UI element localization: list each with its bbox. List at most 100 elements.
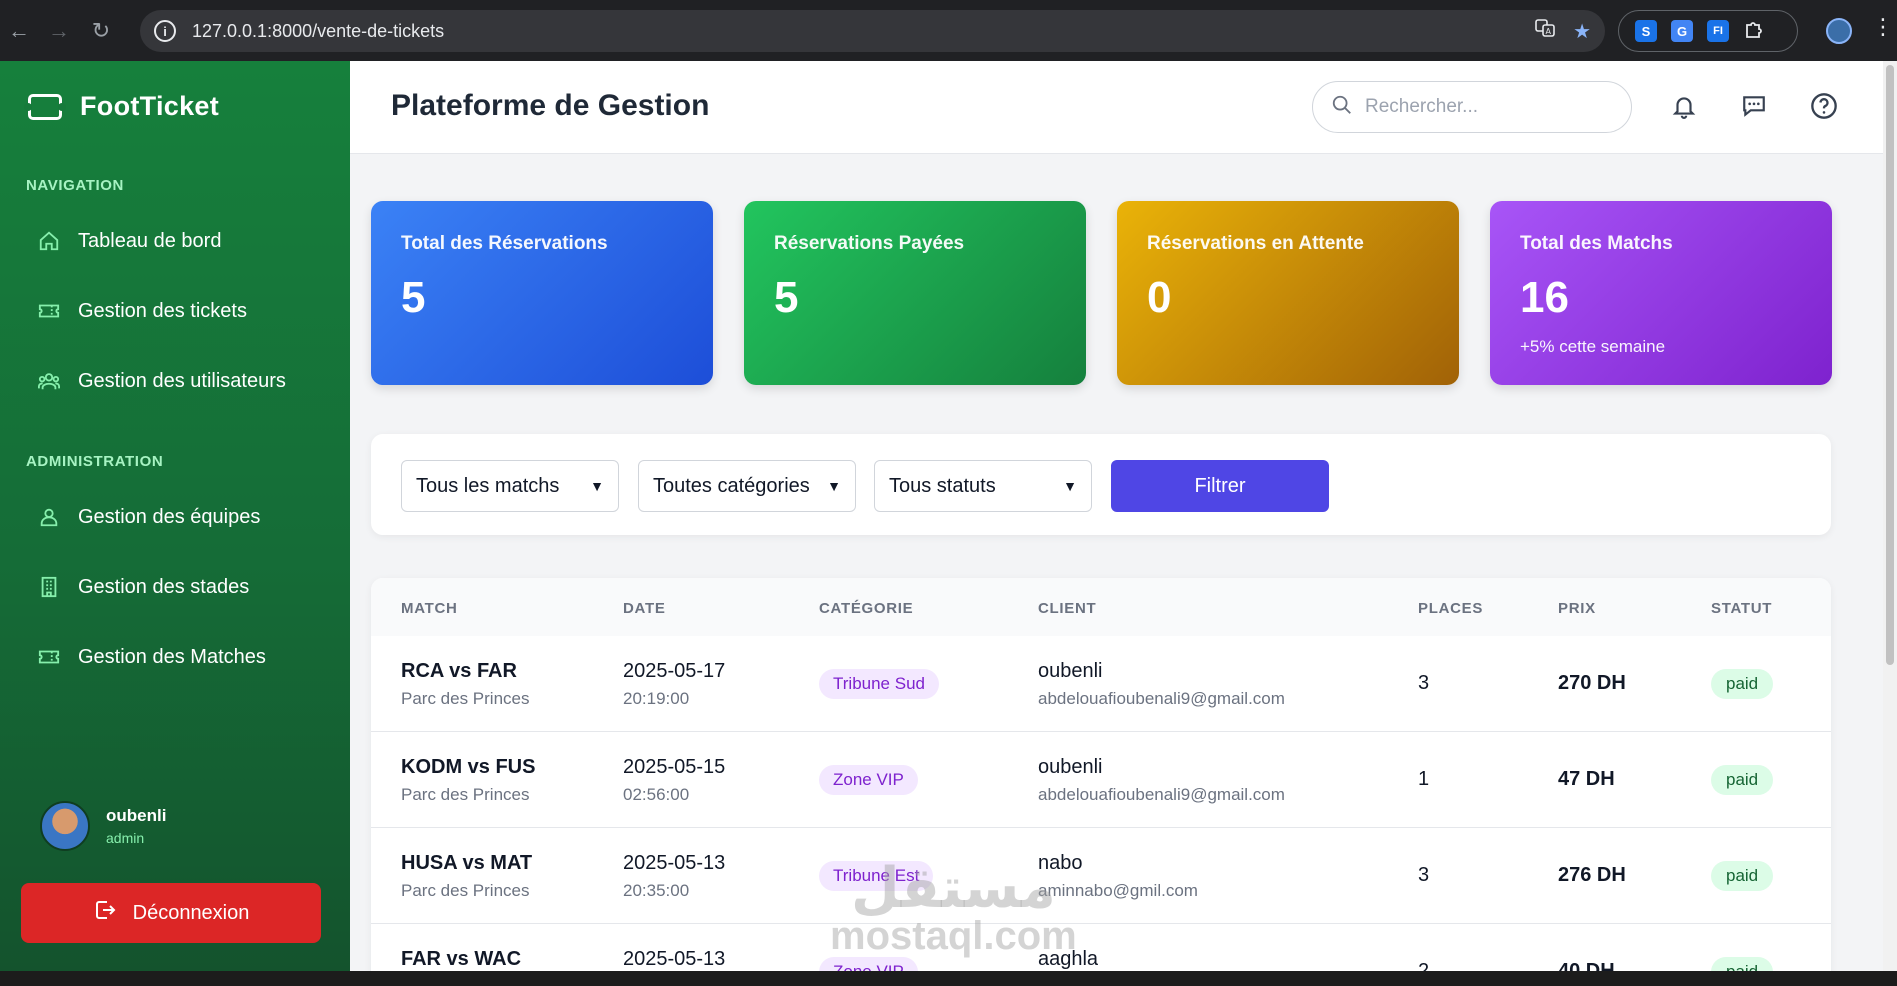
taskbar xyxy=(0,971,1897,986)
back-arrow-icon[interactable]: ← xyxy=(0,10,38,52)
stat-value: 5 xyxy=(774,273,799,322)
category-select[interactable]: Toutes catégories ▼ xyxy=(638,460,856,512)
table-row[interactable]: FAR vs WAC 2025-05-13 Zone VIP aaghla 2 … xyxy=(371,924,1831,971)
search-icon xyxy=(1331,94,1353,121)
status-badge: paid xyxy=(1711,669,1774,699)
search-input[interactable] xyxy=(1365,96,1605,118)
sidebar: FootTicket NAVIGATION Tableau de bord Ge… xyxy=(0,61,350,971)
col-header-price[interactable]: PRIX xyxy=(1558,600,1596,617)
date: 2025-05-13 xyxy=(623,852,726,874)
ticket-icon xyxy=(38,646,60,668)
admin-section-title: ADMINISTRATION xyxy=(26,453,164,470)
match-select[interactable]: Tous les matchs ▼ xyxy=(401,460,619,512)
time: 20:19:00 xyxy=(623,689,690,708)
sidebar-item-stadiums[interactable]: Gestion des stades xyxy=(26,561,324,613)
logout-button[interactable]: Déconnexion xyxy=(21,883,321,943)
brand-name: FootTicket xyxy=(80,91,220,121)
building-icon xyxy=(38,576,60,598)
sidebar-item-users[interactable]: Gestion des utilisateurs xyxy=(26,355,324,407)
col-header-date[interactable]: DATE xyxy=(623,600,666,617)
places: 2 xyxy=(1418,960,1430,971)
translate-icon[interactable]: A xyxy=(1535,18,1555,44)
stat-note: +5% cette semaine xyxy=(1520,337,1666,356)
logout-label: Déconnexion xyxy=(132,901,250,924)
ticket-icon xyxy=(38,300,60,322)
kebab-menu-icon[interactable]: ⋮ xyxy=(1872,14,1894,40)
col-header-match[interactable]: MATCH xyxy=(401,600,458,617)
nav-section-title: NAVIGATION xyxy=(26,177,124,194)
sidebar-item-dashboard[interactable]: Tableau de bord xyxy=(26,215,324,267)
client-email: abdelouafioubenali9@gmail.com xyxy=(1038,785,1285,804)
price: 270 DH xyxy=(1558,672,1626,694)
scrollbar[interactable] xyxy=(1883,61,1897,971)
category-badge: Zone VIP xyxy=(819,765,918,795)
status-badge: paid xyxy=(1711,765,1774,795)
bell-icon[interactable] xyxy=(1669,91,1699,121)
avatar xyxy=(40,801,90,851)
status-select[interactable]: Tous statuts ▼ xyxy=(874,460,1092,512)
stat-card-total-matches: Total des Matchs 16 +5% cette semaine xyxy=(1490,201,1832,385)
brand[interactable]: FootTicket xyxy=(24,91,220,122)
sidebar-item-teams[interactable]: Gestion des équipes xyxy=(26,491,324,543)
address-url[interactable]: 127.0.0.1:8000/vente-de-tickets xyxy=(192,21,444,42)
watermark: مستقل mostaql.com xyxy=(830,860,1077,957)
profile-avatar[interactable] xyxy=(1826,18,1852,44)
col-header-places[interactable]: PLACES xyxy=(1418,600,1483,617)
match-name: KODM vs FUS xyxy=(401,756,536,778)
chat-icon[interactable] xyxy=(1739,91,1769,121)
client-name: oubenli xyxy=(1038,660,1103,682)
client-name: oubenli xyxy=(1038,756,1103,778)
fi-extension-icon[interactable]: FI xyxy=(1707,20,1729,42)
page-title: Plateforme de Gestion xyxy=(391,89,710,122)
status-select-value: Tous statuts xyxy=(889,474,996,497)
sidebar-item-label: Gestion des tickets xyxy=(78,299,247,322)
filter-button[interactable]: Filtrer xyxy=(1111,460,1329,512)
table-row[interactable]: KODM vs FUS Parc des Princes 2025-05-15 02… xyxy=(371,732,1831,828)
address-bar[interactable]: i 127.0.0.1:8000/vente-de-tickets A ★ xyxy=(140,10,1605,52)
col-header-status[interactable]: STATUT xyxy=(1711,600,1772,617)
reservations-table: MATCH DATE CATÉGORIE CLIENT PLACES PRIX … xyxy=(371,578,1831,971)
s-extension-icon[interactable]: S xyxy=(1635,20,1657,42)
match-name: RCA vs FAR xyxy=(401,660,517,682)
reload-icon[interactable]: ↻ xyxy=(80,10,122,52)
sidebar-item-matches[interactable]: Gestion des Matches xyxy=(26,631,324,683)
date: 2025-05-17 xyxy=(623,660,726,682)
stat-label: Réservations Payées xyxy=(774,233,965,254)
match-select-value: Tous les matchs xyxy=(416,474,560,497)
logout-icon xyxy=(93,898,117,928)
sidebar-item-label: Gestion des équipes xyxy=(78,505,261,528)
header: Plateforme de Gestion xyxy=(350,61,1897,154)
sidebar-item-tickets[interactable]: Gestion des tickets xyxy=(26,285,324,337)
forward-arrow-icon[interactable]: → xyxy=(38,10,80,52)
stadium-name: Parc des Princes xyxy=(401,785,530,804)
stat-label: Total des Réservations xyxy=(401,233,608,254)
stat-card-total-reservations: Total des Réservations 5 xyxy=(371,201,713,385)
sidebar-item-label: Gestion des utilisateurs xyxy=(78,369,286,392)
help-icon[interactable] xyxy=(1809,91,1839,121)
client-email: abdelouafioubenali9@gmail.com xyxy=(1038,689,1285,708)
chevron-down-icon: ▼ xyxy=(590,478,604,494)
price: 40 DH xyxy=(1558,960,1615,971)
translate-extension-icon[interactable]: G xyxy=(1671,20,1693,42)
status-badge: paid xyxy=(1711,957,1774,971)
sidebar-item-label: Tableau de bord xyxy=(78,229,222,252)
time: 02:56:00 xyxy=(623,785,690,804)
sidebar-item-label: Gestion des Matches xyxy=(78,645,266,668)
site-info-icon[interactable]: i xyxy=(154,20,176,42)
user-profile[interactable]: oubenli admin xyxy=(40,801,166,851)
col-header-client[interactable]: CLIENT xyxy=(1038,600,1096,617)
main-content: Total des Réservations 5 Réservations Pa… xyxy=(350,154,1890,971)
price: 47 DH xyxy=(1558,768,1615,790)
stat-label: Total des Matchs xyxy=(1520,233,1673,254)
stat-value: 16 xyxy=(1520,273,1569,322)
table-row[interactable]: HUSA vs MAT Parc des Princes 2025-05-13 20… xyxy=(371,828,1831,924)
user-name: oubenli xyxy=(106,806,167,825)
col-header-category[interactable]: CATÉGORIE xyxy=(819,600,913,617)
bookmark-star-icon[interactable]: ★ xyxy=(1573,19,1591,44)
puzzle-extensions-icon[interactable] xyxy=(1743,18,1765,45)
table-row[interactable]: RCA vs FAR Parc des Princes 2025-05-17 20:… xyxy=(371,636,1831,732)
users-icon xyxy=(38,370,60,392)
places: 3 xyxy=(1418,672,1430,694)
home-icon xyxy=(38,230,60,252)
scrollbar-thumb[interactable] xyxy=(1886,65,1894,665)
